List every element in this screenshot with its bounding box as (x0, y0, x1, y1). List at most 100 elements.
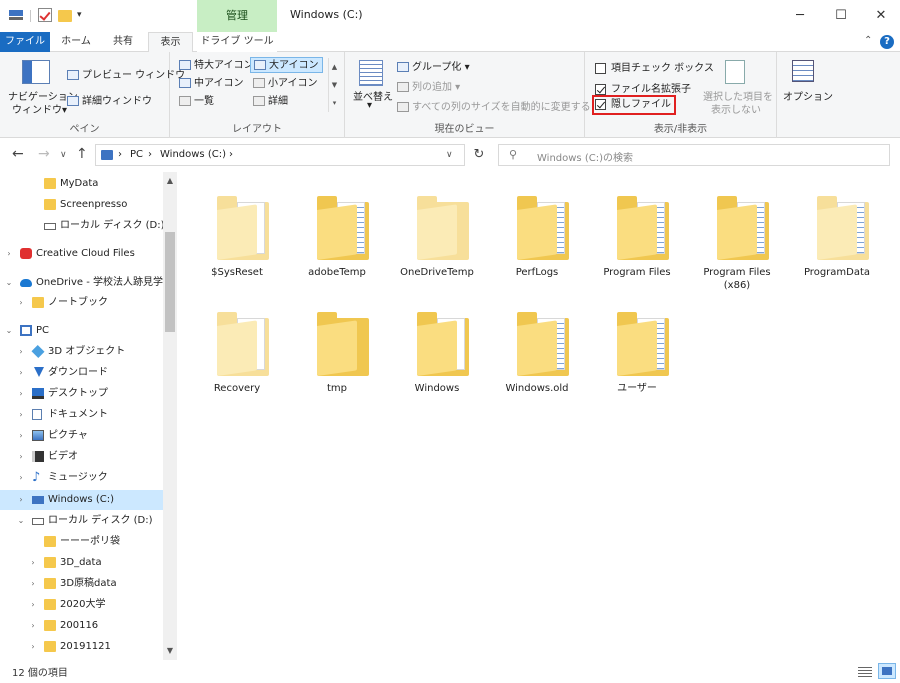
nav-item[interactable]: ⌄ PC (0, 321, 163, 341)
maximize-button[interactable]: ☐ (826, 4, 856, 28)
layout-medium-icons[interactable]: 中アイコン (176, 76, 247, 92)
hide-selected-button-line2[interactable]: 表示しない (711, 101, 761, 116)
preview-pane-button[interactable]: プレビュー ウィンドウ (67, 66, 185, 81)
pc-icon[interactable] (8, 8, 24, 24)
file-extensions-checkbox[interactable] (595, 83, 606, 95)
large-icons-view-icon[interactable] (878, 663, 896, 679)
nav-item[interactable]: › ビデオ (0, 447, 163, 467)
nav-item[interactable]: › ノートブック (0, 293, 163, 313)
nav-item[interactable]: ローカル ディスク (D:) (0, 216, 163, 236)
hidden-items-row[interactable]: 隠しファイル (592, 95, 676, 115)
folder-item[interactable]: tmp (289, 294, 385, 409)
forward-button[interactable]: → (38, 146, 50, 162)
tab-home[interactable]: ホーム (56, 32, 96, 52)
nav-item[interactable]: Screenpresso (0, 195, 163, 215)
scroll-thumb[interactable] (165, 232, 175, 332)
folder-item[interactable]: ProgramData (789, 178, 885, 293)
chevron-right-icon[interactable]: › (16, 490, 26, 510)
group-by-button[interactable]: グループ化 ▾ (397, 58, 470, 73)
layout-details[interactable]: 詳細 (250, 94, 291, 110)
scroll-up-icon[interactable]: ▲ (163, 176, 177, 185)
close-button[interactable]: ✕ (866, 4, 896, 28)
layout-small-icons[interactable]: 小アイコン (250, 76, 321, 92)
sort-by-icon[interactable] (359, 60, 383, 86)
nav-item[interactable]: › ミュージック (0, 468, 163, 488)
nav-item[interactable]: ⌄ OneDrive - 学校法人跡見学 (0, 273, 163, 293)
nav-item[interactable]: ⌄ ローカル ディスク (D:) (0, 511, 163, 531)
tab-view[interactable]: 表示 (148, 32, 193, 53)
item-checkboxes-row[interactable]: 項目チェック ボックス (595, 59, 714, 74)
breadcrumb-separator[interactable]: › (148, 149, 152, 160)
nav-item[interactable]: › 3D_data (0, 553, 163, 573)
breadcrumb-separator[interactable]: › (118, 149, 122, 160)
details-view-icon[interactable] (858, 665, 872, 677)
chevron-right-icon[interactable]: › (4, 244, 14, 264)
recent-locations-button[interactable]: ∨ (60, 150, 67, 160)
folder-item[interactable]: $SysReset (189, 178, 285, 293)
chevron-down-icon[interactable]: ∨ (446, 150, 453, 160)
add-columns-button[interactable]: 列の追加 ▾ (397, 78, 460, 93)
layout-large-icons[interactable]: 大アイコン (250, 57, 323, 73)
chevron-right-icon[interactable]: › (28, 553, 38, 573)
item-checkboxes-checkbox[interactable] (595, 62, 606, 74)
chevron-right-icon[interactable]: › (16, 405, 26, 425)
nav-scrollbar[interactable]: ▲ ▼ (163, 172, 177, 660)
folder-item[interactable]: Windows.old (489, 294, 585, 409)
folder-item[interactable]: adobeTemp (289, 178, 385, 293)
chevron-down-icon[interactable]: ⌄ (16, 511, 26, 531)
folder-item[interactable]: Program Files (589, 178, 685, 293)
sort-by-dropdown[interactable]: ▾ (367, 100, 372, 111)
address-bar[interactable]: › PC › Windows (C:) › ∨ (95, 144, 465, 166)
layout-extra-large-icons[interactable]: 特大アイコン (176, 58, 257, 74)
chevron-right-icon[interactable]: › (16, 363, 26, 383)
tab-file[interactable]: ファイル (0, 32, 50, 52)
folder-item[interactable]: Recovery (189, 294, 285, 409)
chevron-right-icon[interactable]: › (28, 574, 38, 594)
new-folder-icon[interactable] (58, 10, 72, 22)
nav-item[interactable]: › 2020大学 (0, 595, 163, 615)
up-button[interactable]: ↑ (76, 146, 88, 162)
options-button[interactable]: オプション (783, 88, 833, 103)
chevron-right-icon[interactable]: › (16, 468, 26, 488)
sort-by-button[interactable]: 並べ替え (353, 88, 393, 103)
hidden-items-checkbox[interactable] (595, 98, 606, 110)
navigation-pane-icon[interactable] (22, 60, 50, 84)
chevron-down-icon[interactable]: ⌄ (4, 273, 14, 293)
nav-item[interactable]: › 3D オブジェクト (0, 342, 163, 362)
properties-icon[interactable] (38, 8, 52, 22)
folder-item[interactable]: OneDriveTemp (389, 178, 485, 293)
nav-item[interactable]: › ドキュメント (0, 405, 163, 425)
file-extensions-row[interactable]: ファイル名拡張子 (595, 80, 691, 95)
chevron-right-icon[interactable]: › (28, 616, 38, 636)
chevron-right-icon[interactable]: › (16, 342, 26, 362)
minimize-button[interactable]: ─ (785, 4, 815, 28)
chevron-down-icon[interactable]: ⌄ (4, 321, 14, 341)
options-icon[interactable] (792, 60, 814, 82)
folder-item[interactable]: Windows (389, 294, 485, 409)
search-input[interactable]: Windows (C:)の検索 (537, 149, 633, 164)
chevron-up-icon[interactable]: ⌃ (864, 35, 872, 46)
nav-item[interactable]: › ピクチャ (0, 426, 163, 446)
folder-item[interactable]: PerfLogs (489, 178, 585, 293)
folder-item[interactable]: ユーザー (589, 294, 685, 409)
hide-selected-icon[interactable] (725, 60, 745, 84)
tab-drive-tools[interactable]: ドライブ ツール (197, 32, 277, 52)
search-box[interactable]: ⚲ Windows (C:)の検索 (498, 144, 890, 166)
nav-item[interactable]: › 200116 (0, 616, 163, 636)
layout-gallery-scroll[interactable]: ▲ ▼ ▾ (328, 58, 340, 112)
back-button[interactable]: ← (12, 146, 24, 162)
navigation-pane-button-line2[interactable]: ウィンドウ▾ (12, 101, 67, 116)
folder-item[interactable]: Program Files (x86) (689, 178, 785, 293)
nav-item[interactable]: MyData (0, 174, 163, 194)
breadcrumb-separator[interactable]: › (229, 149, 233, 160)
refresh-button[interactable]: ↻ (468, 144, 490, 166)
chevron-right-icon[interactable]: › (16, 426, 26, 446)
breadcrumb-drive[interactable]: Windows (C:) (160, 149, 226, 160)
breadcrumb-pc[interactable]: PC (130, 149, 143, 160)
chevron-right-icon[interactable]: › (28, 595, 38, 615)
chevron-right-icon[interactable]: › (16, 447, 26, 467)
nav-item[interactable]: › 3D原稿data (0, 574, 163, 594)
help-icon[interactable]: ? (880, 35, 894, 49)
tab-share[interactable]: 共有 (103, 32, 143, 52)
nav-item[interactable]: ーーーポリ袋 (0, 532, 163, 552)
